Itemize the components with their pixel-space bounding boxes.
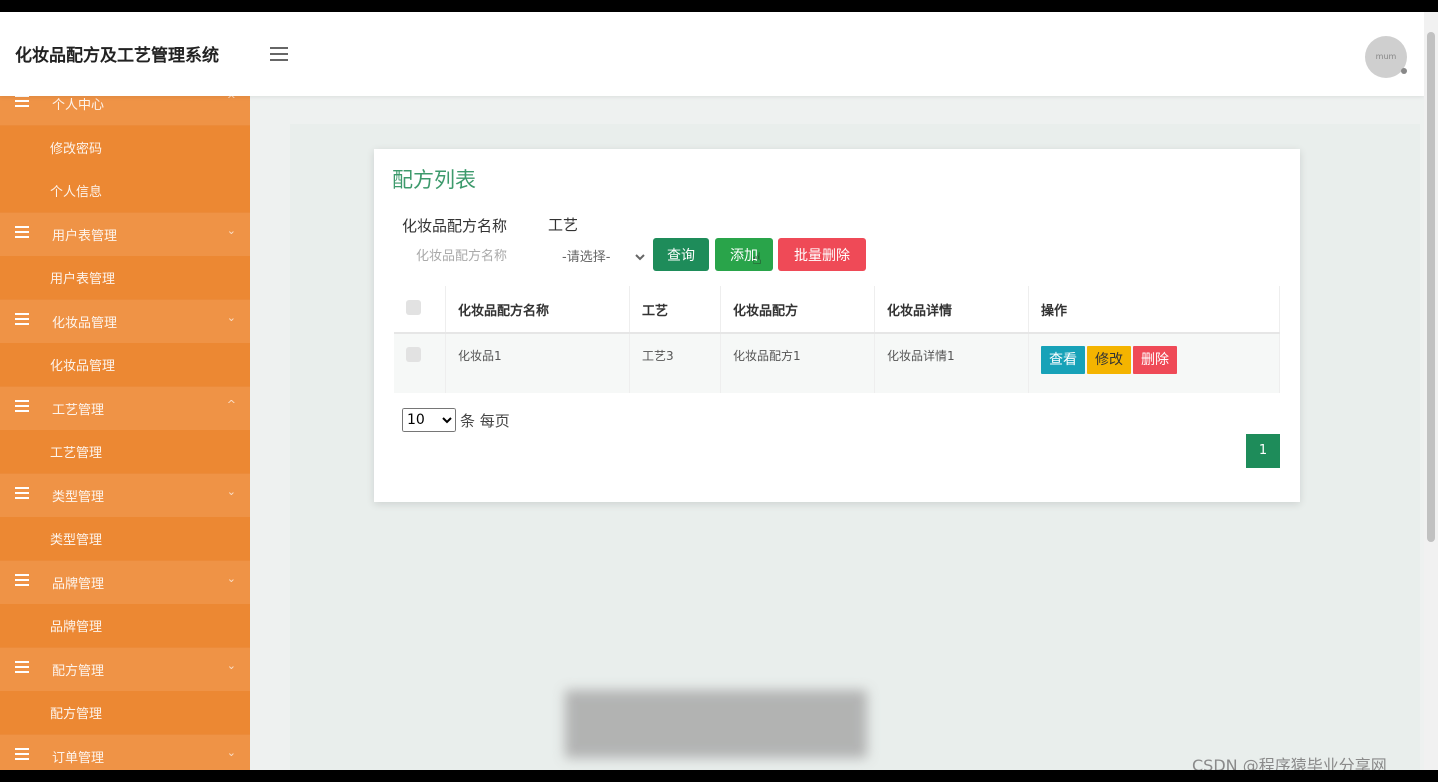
sidebar-item-2[interactable]: 个人信息	[0, 169, 250, 212]
chevron-icon: ⌄	[226, 571, 236, 585]
scrollbar-thumb[interactable]	[1427, 32, 1435, 542]
sidebar-label: 品牌管理	[50, 620, 103, 635]
sidebar-label: 品牌管理	[52, 576, 105, 592]
col-formula: 化妆品配方	[720, 286, 875, 334]
blurred-region	[565, 690, 867, 758]
edit-button[interactable]: 修改	[1087, 346, 1131, 374]
sidebar-label: 个人中心	[52, 98, 105, 113]
chevron-icon: ^	[226, 96, 236, 106]
page-scrollbar[interactable]	[1424, 12, 1438, 770]
sidebar-label: 配方管理	[52, 663, 105, 679]
table-header-row: 化妆品配方名称 工艺 化妆品配方 化妆品详情 操作	[394, 286, 1280, 334]
grid-icon	[15, 573, 29, 586]
chevron-icon: ⌄	[226, 223, 236, 237]
sidebar-label: 类型管理	[52, 489, 105, 505]
chevron-icon: ⌄	[226, 745, 236, 759]
table-row: 化妆品1 工艺3 化妆品配方1 化妆品详情1 查看 修改 删除	[394, 333, 1280, 393]
status-dot-icon	[1401, 68, 1407, 74]
app-screen: 化妆品配方及工艺管理系统 mum 个人中心 ^ 修改密码 个人信息 用户表管理 ⌄ 用户表管…	[0, 12, 1438, 770]
filter-process-label: 工艺	[548, 216, 579, 234]
sidebar-item-8[interactable]: 工艺管理	[0, 430, 250, 473]
sidebar-label: 工艺管理	[50, 446, 103, 461]
row-checkbox[interactable]	[406, 347, 421, 362]
page-title: 配方列表	[392, 168, 476, 192]
sidebar-label: 个人信息	[50, 185, 103, 200]
query-button[interactable]: 查询	[653, 238, 709, 271]
cell-process: 工艺3	[629, 333, 721, 393]
grid-icon	[15, 225, 29, 238]
chevron-icon: ⌄	[226, 484, 236, 498]
cell-formula-name: 化妆品1	[445, 333, 630, 393]
grid-icon	[15, 660, 29, 673]
select-all-cell	[394, 286, 446, 334]
top-header: 化妆品配方及工艺管理系统 mum	[0, 12, 1424, 96]
col-actions: 操作	[1028, 286, 1280, 334]
add-button[interactable]: 添加	[715, 238, 773, 271]
sidebar-item-10[interactable]: 类型管理	[0, 517, 250, 560]
sidebar-group-0[interactable]: 个人中心 ^	[0, 96, 250, 125]
sidebar-item-14[interactable]: 配方管理	[0, 691, 250, 734]
cell-actions: 查看 修改 删除	[1028, 333, 1280, 393]
sidebar-group-3[interactable]: 用户表管理 ⌄	[0, 212, 250, 256]
formula-name-input[interactable]	[402, 241, 522, 271]
sidebar-item-1[interactable]: 修改密码	[0, 125, 250, 169]
grid-icon	[15, 96, 29, 107]
sidebar-group-15[interactable]: 订单管理 ⌄	[0, 734, 250, 770]
sidebar-group-13[interactable]: 配方管理 ⌄	[0, 647, 250, 691]
process-select[interactable]: -请选择-	[558, 245, 648, 269]
chevron-icon: ⌄	[226, 658, 236, 672]
sidebar-label: 类型管理	[50, 533, 103, 548]
sidebar: 个人中心 ^ 修改密码个人信息用户表管理 ⌄ 用户表管理化妆品管理 ⌄ 化妆品管理工艺管理 ^…	[0, 96, 250, 770]
sidebar-group-5[interactable]: 化妆品管理 ⌄	[0, 299, 250, 343]
formula-table: 化妆品配方名称 工艺 化妆品配方 化妆品详情 操作 化妆品1 工艺3 化妆品配方…	[394, 286, 1280, 393]
sidebar-group-11[interactable]: 品牌管理 ⌄	[0, 560, 250, 604]
page-size-select[interactable]: 10	[402, 408, 456, 432]
row-select-cell	[394, 333, 446, 393]
grid-icon	[15, 399, 29, 412]
chevron-icon: ⌄	[226, 310, 236, 324]
menu-toggle-icon[interactable]	[270, 47, 288, 61]
grid-icon	[15, 312, 29, 325]
per-page-label: 条 每页	[460, 412, 510, 430]
sidebar-label: 订单管理	[52, 750, 105, 766]
sidebar-label: 修改密码	[50, 141, 103, 157]
chevron-icon: ^	[226, 397, 236, 411]
delete-button[interactable]: 删除	[1133, 346, 1177, 374]
sidebar-label: 化妆品管理	[52, 315, 118, 331]
view-button[interactable]: 查看	[1041, 346, 1085, 374]
filter-name-label: 化妆品配方名称	[402, 217, 508, 235]
sidebar-group-9[interactable]: 类型管理 ⌄	[0, 473, 250, 517]
sidebar-item-4[interactable]: 用户表管理	[0, 256, 250, 299]
cell-detail: 化妆品详情1	[874, 333, 1029, 393]
sidebar-item-6[interactable]: 化妆品管理	[0, 343, 250, 386]
col-formula-name: 化妆品配方名称	[445, 286, 630, 334]
sidebar-item-12[interactable]: 品牌管理	[0, 604, 250, 647]
sidebar-label: 用户表管理	[52, 228, 118, 244]
col-process: 工艺	[629, 286, 721, 334]
cell-formula: 化妆品配方1	[720, 333, 875, 393]
watermark: CSDN @程序猿毕业分享网	[1192, 756, 1387, 770]
formula-list-card: 配方列表 化妆品配方名称 工艺 -请选择- 查询 添加 批量删除 ☝ 化妆品配方…	[374, 149, 1300, 502]
batch-delete-button[interactable]: 批量删除	[778, 238, 866, 271]
sidebar-label: 配方管理	[50, 707, 103, 722]
sidebar-label: 用户表管理	[50, 272, 116, 287]
page-button-1[interactable]: 1	[1246, 434, 1280, 468]
col-detail: 化妆品详情	[874, 286, 1029, 334]
grid-icon	[15, 747, 29, 760]
select-all-checkbox[interactable]	[406, 299, 421, 315]
sidebar-group-7[interactable]: 工艺管理 ^	[0, 386, 250, 430]
sidebar-label: 化妆品管理	[50, 359, 116, 374]
grid-icon	[15, 486, 29, 499]
app-title: 化妆品配方及工艺管理系统	[15, 46, 219, 66]
sidebar-label: 工艺管理	[52, 402, 105, 418]
